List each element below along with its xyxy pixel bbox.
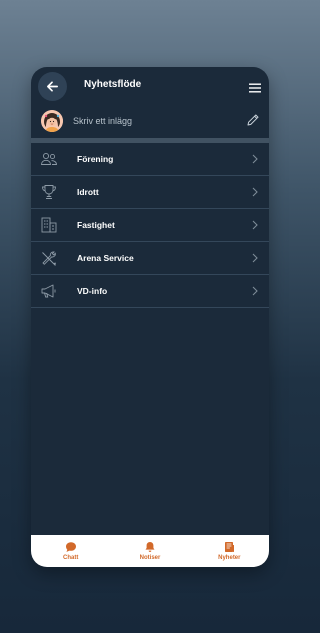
chevron-right-icon: [252, 253, 258, 263]
feed-list: Förening Idrott Fastighet Arena Service …: [31, 143, 269, 308]
chevron-right-icon: [252, 220, 258, 230]
chevron-right-icon: [252, 286, 258, 296]
tab-notiser[interactable]: Notiser: [110, 535, 189, 567]
tab-chatt[interactable]: Chatt: [31, 535, 110, 567]
post-composer[interactable]: Skriv ett inlägg: [31, 107, 269, 137]
avatar: [41, 110, 63, 132]
top-bar: Nyhetsflöde: [31, 67, 269, 105]
feed-item-label: Arena Service: [77, 253, 134, 263]
tab-label: Notiser: [139, 555, 161, 561]
feed-item-label: Idrott: [77, 187, 99, 197]
bell-icon: [145, 542, 155, 552]
tab-nyheter[interactable]: Nyheter: [190, 535, 269, 567]
feed-item-forening[interactable]: Förening: [31, 143, 269, 176]
feed-item-vd-info[interactable]: VD-info: [31, 275, 269, 308]
people-icon: [41, 152, 57, 165]
tools-icon: [42, 251, 56, 266]
edit-button[interactable]: [246, 113, 260, 127]
feed-item-idrott[interactable]: Idrott: [31, 176, 269, 209]
feed-item-arena-service[interactable]: Arena Service: [31, 242, 269, 275]
tab-label: Chatt: [62, 555, 79, 561]
megaphone-icon: [41, 284, 56, 298]
feed-item-label: Fastighet: [77, 220, 115, 230]
menu-button[interactable]: [249, 80, 261, 93]
page-title: Nyhetsflöde: [84, 79, 142, 90]
pencil-icon: [247, 114, 259, 126]
chevron-right-icon: [252, 187, 258, 197]
chat-icon: [65, 542, 76, 552]
arrow-left-icon: [47, 81, 58, 92]
trophy-icon: [42, 185, 56, 199]
news-icon: [225, 542, 235, 553]
hamburger-icon: [249, 83, 261, 93]
post-input[interactable]: Skriv ett inlägg: [73, 116, 132, 126]
back-button[interactable]: [38, 72, 67, 101]
chevron-right-icon: [252, 154, 258, 164]
app-window: Nyhetsflöde Skriv ett inlägg Förening Id…: [31, 67, 269, 567]
feed-item-label: VD-info: [77, 286, 108, 296]
tab-label: Nyheter: [218, 555, 241, 561]
feed-item-label: Förening: [77, 154, 114, 164]
bottom-tab-bar: Chatt Notiser Nyheter: [31, 535, 269, 567]
building-icon: [41, 217, 57, 233]
feed-item-fastighet[interactable]: Fastighet: [31, 209, 269, 242]
